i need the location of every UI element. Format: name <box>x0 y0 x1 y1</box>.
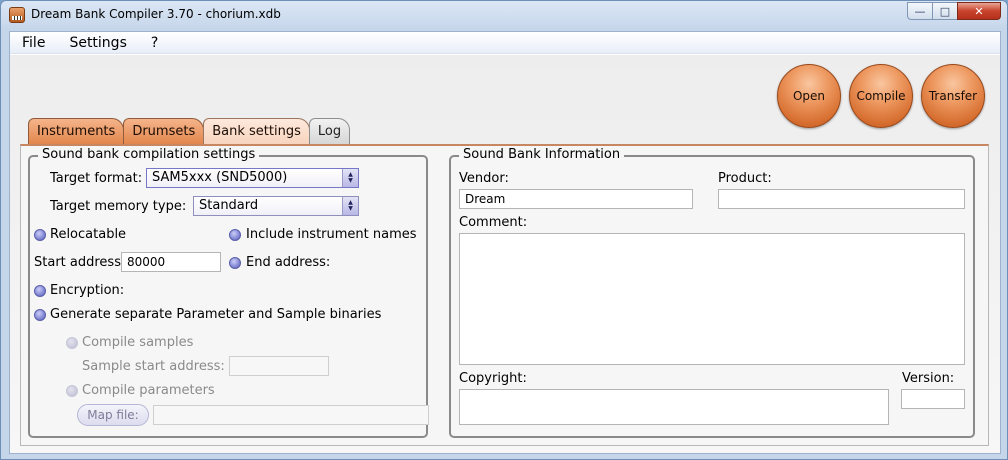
compilation-settings-title: Sound bank compilation settings <box>38 147 260 162</box>
window-controls: — □ ✕ <box>907 2 1001 20</box>
target-memory-label: Target memory type: <box>50 199 187 214</box>
target-format-label: Target format: <box>50 171 143 186</box>
sound-bank-info-group: Sound Bank Information Vendor: Dream Pro… <box>449 147 975 438</box>
start-address-label: Start address: <box>34 255 126 270</box>
sound-bank-info-title: Sound Bank Information <box>459 147 625 162</box>
maximize-button[interactable]: □ <box>932 2 958 20</box>
separate-binaries-radio[interactable] <box>34 309 46 321</box>
chevron-updown-icon[interactable]: ▲ ▼ <box>342 169 358 187</box>
end-address-label: End address: <box>246 255 331 270</box>
tab-log[interactable]: Log <box>308 118 351 144</box>
map-file-button[interactable]: Map file: <box>77 404 149 426</box>
compile-samples-label: Compile samples <box>82 335 194 350</box>
copyright-label: Copyright: <box>459 371 527 386</box>
bank-settings-panel: Sound bank compilation settings Target f… <box>20 144 989 446</box>
comment-label: Comment: <box>459 215 528 230</box>
menu-settings[interactable]: Settings <box>57 32 138 53</box>
compile-button[interactable]: Compile <box>849 64 913 128</box>
relocatable-label: Relocatable <box>50 227 127 242</box>
main-content: Open Compile Transfer Instruments Drumse… <box>10 55 1000 453</box>
product-label: Product: <box>718 171 772 186</box>
menu-file[interactable]: File <box>10 32 57 53</box>
target-format-select[interactable]: SAM5xxx (SND5000) ▲ ▼ <box>146 168 359 188</box>
menu-help[interactable]: ? <box>139 32 170 53</box>
relocatable-radio[interactable] <box>34 229 46 241</box>
app-window: Dream Bank Compiler 3.70 - chorium.xdb —… <box>0 0 1008 460</box>
title-bar[interactable]: Dream Bank Compiler 3.70 - chorium.xdb —… <box>1 1 1007 30</box>
compile-samples-radio[interactable] <box>66 337 78 349</box>
tab-drumsets[interactable]: Drumsets <box>123 118 205 144</box>
sample-start-input[interactable] <box>229 356 329 376</box>
target-memory-select[interactable]: Standard ▲ ▼ <box>193 196 359 216</box>
end-address-radio[interactable] <box>229 257 241 269</box>
menu-bar: File Settings ? <box>10 32 1000 54</box>
compilation-settings-group: Sound bank compilation settings Target f… <box>28 147 429 438</box>
app-logo-icon <box>9 7 25 23</box>
product-input[interactable] <box>718 189 965 209</box>
client-area: File Settings ? Open Compile Transfer In… <box>9 31 1001 454</box>
tab-bar: Instruments Drumsets Bank settings Log <box>28 118 351 145</box>
transfer-button[interactable]: Transfer <box>921 64 985 128</box>
start-address-input[interactable]: 80000 <box>121 252 221 272</box>
target-memory-value: Standard <box>199 198 259 213</box>
open-button[interactable]: Open <box>777 64 841 128</box>
include-names-radio[interactable] <box>229 229 241 241</box>
tab-bank-settings[interactable]: Bank settings <box>203 118 310 145</box>
encryption-radio[interactable] <box>34 285 46 297</box>
minimize-button[interactable]: — <box>907 2 933 20</box>
vendor-input[interactable]: Dream <box>459 189 693 209</box>
compile-parameters-radio[interactable] <box>66 385 78 397</box>
copyright-textarea[interactable] <box>459 389 889 425</box>
chevron-updown-icon[interactable]: ▲ ▼ <box>342 197 358 215</box>
vendor-label: Vendor: <box>459 171 509 186</box>
window-title: Dream Bank Compiler 3.70 - chorium.xdb <box>31 7 281 21</box>
comment-textarea[interactable] <box>459 233 965 365</box>
separate-binaries-label: Generate separate Parameter and Sample b… <box>50 307 382 322</box>
map-file-input[interactable] <box>153 405 429 425</box>
close-button[interactable]: ✕ <box>957 2 1001 20</box>
version-input[interactable] <box>901 389 965 409</box>
version-label: Version: <box>902 371 955 386</box>
target-format-value: SAM5xxx (SND5000) <box>152 170 288 185</box>
compile-parameters-label: Compile parameters <box>82 383 215 398</box>
include-names-label: Include instrument names <box>246 227 417 242</box>
encryption-label: Encryption: <box>50 283 125 298</box>
sample-start-label: Sample start address: <box>82 359 225 374</box>
tab-instruments[interactable]: Instruments <box>28 118 125 144</box>
